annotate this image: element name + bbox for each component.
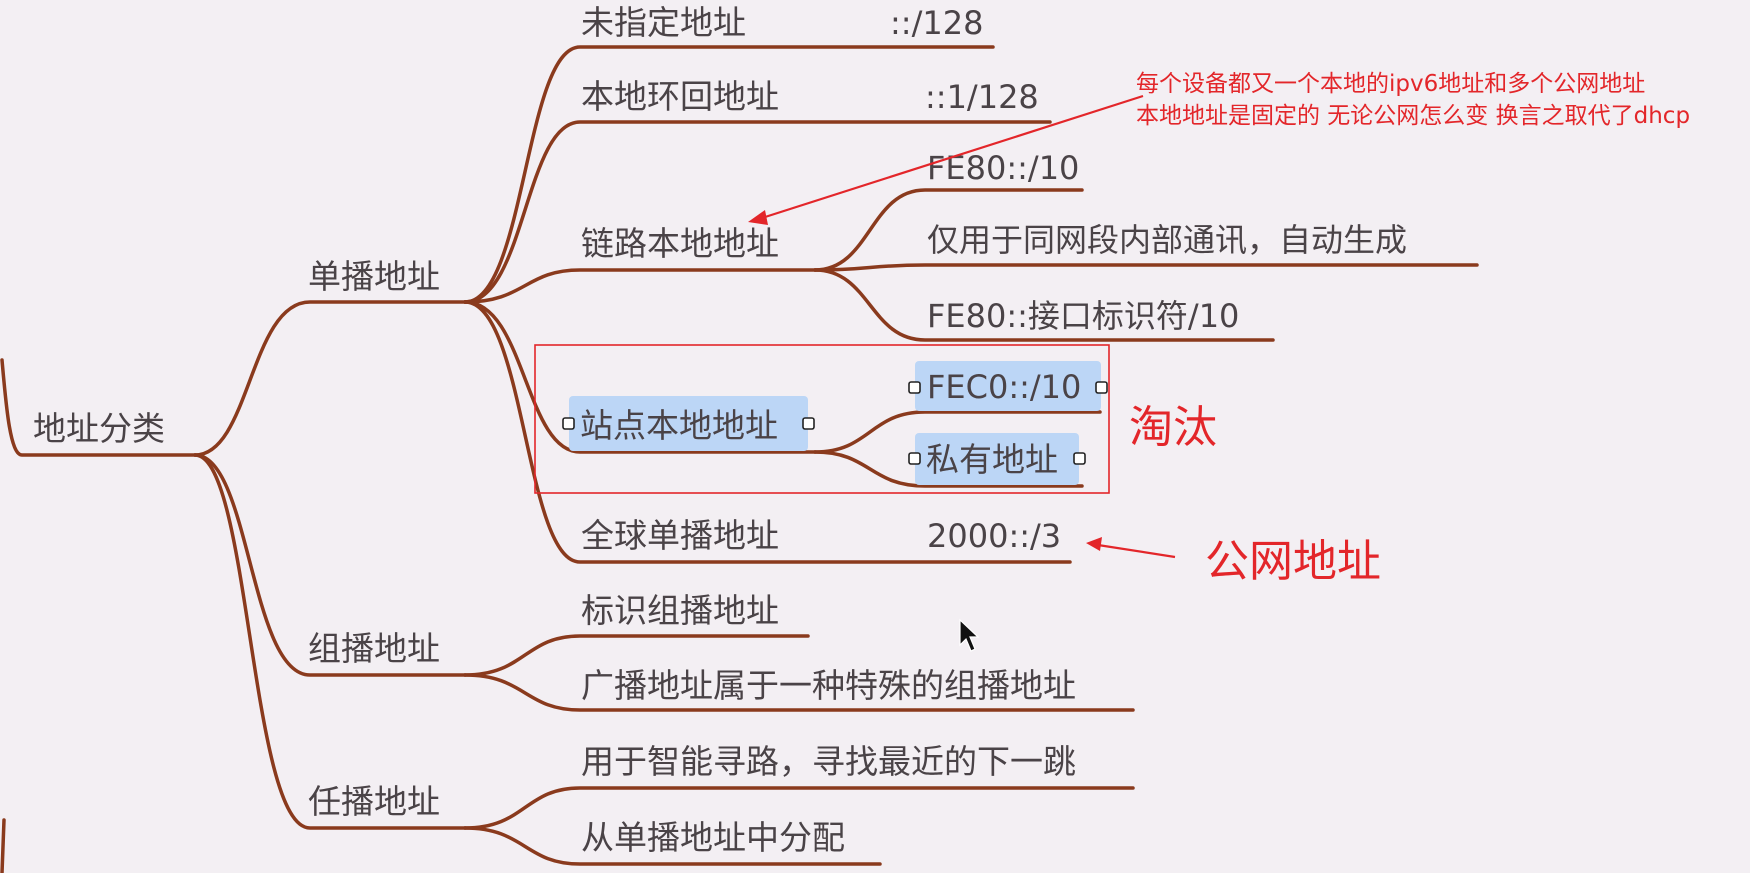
root-to-unicast: [193, 300, 467, 457]
resize-handle[interactable]: [1095, 381, 1108, 394]
unicast-node[interactable]: 单播地址: [308, 257, 440, 296]
loopback-value[interactable]: ::1/128: [925, 78, 1039, 116]
unicast-to-link-local: [463, 268, 817, 304]
unspecified-value[interactable]: ::/128: [890, 4, 983, 42]
resize-handle[interactable]: [908, 452, 921, 465]
global-unicast-value[interactable]: 2000::/3: [927, 517, 1061, 555]
mouse-cursor-icon: [959, 618, 980, 652]
link-local-node[interactable]: 链路本地地址: [581, 224, 779, 263]
multicast-node[interactable]: 组播地址: [308, 629, 440, 668]
root-node[interactable]: 地址分类: [33, 409, 165, 448]
note-line-1: 每个设备都又一个本地的ipv6地址和多个公网地址: [1136, 71, 1645, 97]
public-address-label: 公网地址: [1205, 536, 1381, 587]
unspecified-node[interactable]: 未指定地址: [581, 3, 746, 42]
site-local-private[interactable]: 私有地址: [926, 440, 1058, 479]
public-arrow-head: [1086, 537, 1102, 551]
link-local-description[interactable]: 仅用于同网段内部通讯，自动生成: [927, 221, 1407, 259]
resize-handle[interactable]: [1073, 452, 1086, 465]
resize-handle[interactable]: [908, 381, 921, 394]
anycast-node[interactable]: 任播地址: [308, 782, 440, 821]
anycast-allocate-node[interactable]: 从单播地址中分配: [581, 818, 845, 857]
left-edge-line: [0, 818, 6, 873]
note-arrow-head: [748, 210, 768, 225]
global-unicast-node[interactable]: 全球单播地址: [581, 516, 779, 555]
resize-handle[interactable]: [802, 417, 815, 430]
loopback-node[interactable]: 本地环回地址: [581, 77, 779, 116]
link-local-to-desc: [813, 263, 1479, 272]
deprecated-label: 淘汰: [1129, 402, 1217, 453]
multicast-identify-node[interactable]: 标识组播地址: [581, 591, 779, 630]
link-local-prefix[interactable]: FE80::/10: [927, 149, 1079, 187]
site-local-prefix[interactable]: FEC0::/10: [927, 368, 1081, 406]
resize-handle[interactable]: [562, 417, 575, 430]
ipv6-address-mindmap: 地址分类 单播地址 组播地址 任播地址 未指定地址 ::/128 本地环回地址 …: [0, 3, 1690, 873]
anycast-routing-node[interactable]: 用于智能寻路，寻找最近的下一跳: [581, 742, 1076, 781]
note-line-2: 本地地址是固定的 无论公网怎么变 换言之取代了dhcp: [1136, 103, 1690, 129]
multicast-broadcast-node[interactable]: 广播地址属于一种特殊的组播地址: [581, 666, 1076, 705]
public-arrow-line: [1097, 543, 1176, 559]
site-local-node[interactable]: 站点本地地址: [580, 406, 778, 445]
link-local-interface-id[interactable]: FE80::接口标识符/10: [927, 297, 1239, 335]
